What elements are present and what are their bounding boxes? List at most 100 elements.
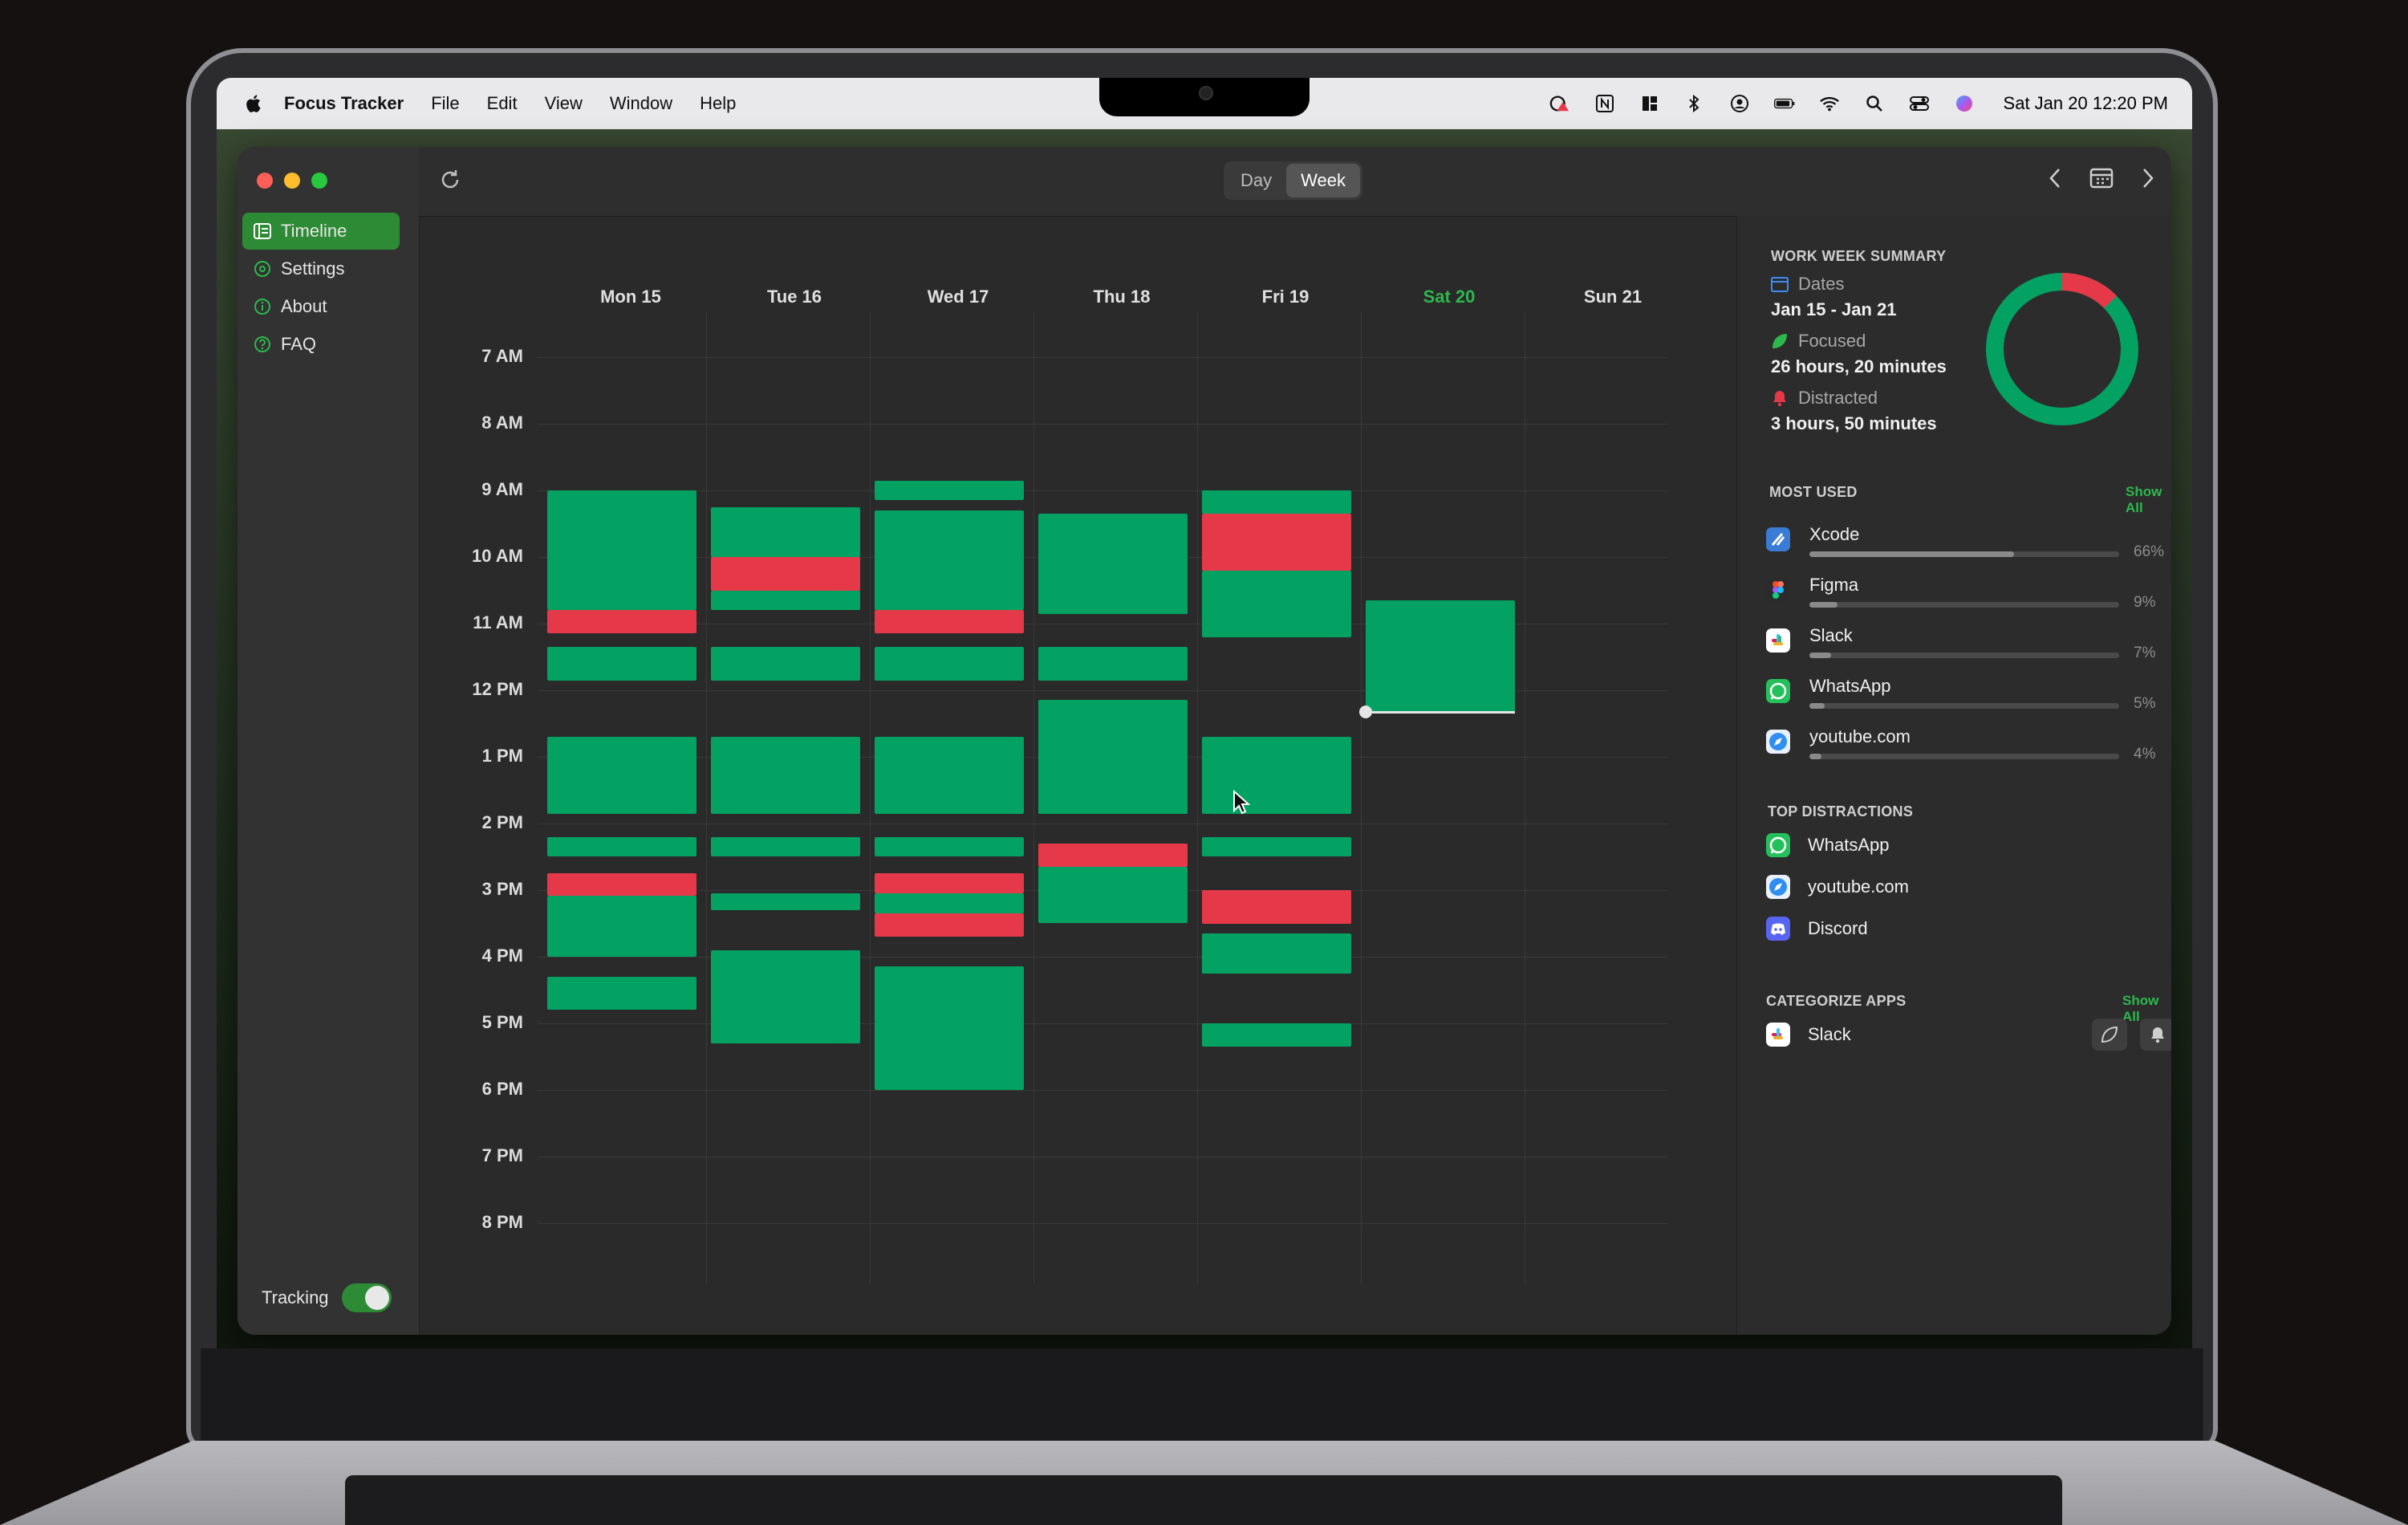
day-header-tue: Tue 16 — [766, 287, 822, 307]
safari-icon — [1766, 730, 1790, 754]
focused-session-block[interactable] — [1202, 490, 1351, 514]
focused-session-block[interactable] — [1038, 700, 1188, 814]
most-used-item-figma[interactable]: Figma 9% — [1766, 575, 2167, 620]
user-icon[interactable] — [1729, 93, 1750, 114]
focused-session-block[interactable] — [875, 480, 1024, 501]
hour-label: 6 PM — [481, 1079, 523, 1099]
layout-icon[interactable] — [1639, 93, 1660, 114]
distracted-session-block[interactable] — [1202, 890, 1351, 924]
focused-session-block[interactable] — [711, 506, 860, 557]
help-menu[interactable]: Help — [700, 93, 736, 114]
battery-icon[interactable] — [1773, 93, 1795, 114]
date-navigation — [2046, 166, 2157, 190]
view-menu[interactable]: View — [545, 93, 583, 114]
most-used-item-youtube[interactable]: youtube.com 4% — [1766, 726, 2167, 771]
distracted-session-block[interactable] — [875, 873, 1024, 894]
distracted-session-block[interactable] — [875, 610, 1024, 634]
day-view-button[interactable]: Day — [1226, 164, 1286, 197]
control-center-icon[interactable] — [1909, 93, 1930, 114]
focused-session-block[interactable] — [875, 647, 1024, 681]
distracted-session-block[interactable] — [547, 610, 696, 634]
focused-session-block[interactable] — [1202, 570, 1351, 637]
focused-session-block[interactable] — [711, 893, 860, 910]
apple-menu-icon[interactable] — [244, 93, 265, 114]
week-view-button[interactable]: Week — [1286, 164, 1360, 197]
app-name: Slack — [1809, 625, 1853, 645]
focused-session-block[interactable] — [711, 590, 860, 611]
focused-session-block[interactable] — [875, 510, 1024, 611]
focused-session-block[interactable] — [1038, 647, 1188, 681]
minimize-window-button[interactable] — [284, 173, 300, 189]
most-used-item-whatsapp[interactable]: WhatsApp 5% — [1766, 676, 2167, 721]
close-window-button[interactable] — [257, 173, 273, 189]
siri-icon[interactable] — [1954, 93, 1975, 114]
distracted-session-block[interactable] — [875, 913, 1024, 937]
focused-session-block[interactable] — [547, 737, 696, 814]
chevron-right-icon[interactable] — [2139, 166, 2157, 190]
sidebar-item-timeline[interactable]: Timeline — [242, 213, 400, 250]
most-used-item-xcode[interactable]: Xcode 66% — [1766, 524, 2167, 569]
focused-session-block[interactable] — [547, 895, 696, 957]
sidebar-item-settings[interactable]: Settings — [242, 250, 400, 287]
most-used-item-slack[interactable]: Slack 7% — [1766, 625, 2167, 670]
focused-session-block[interactable] — [547, 647, 696, 681]
day-header-thu: Thu 18 — [1093, 287, 1151, 307]
whatsapp-icon — [1766, 679, 1790, 703]
distraction-item-youtube[interactable]: youtube.com — [1766, 871, 1909, 903]
bell-icon — [2151, 1027, 2164, 1043]
app-menu[interactable]: Focus Tracker — [284, 93, 404, 114]
tracking-toggle[interactable] — [341, 1283, 392, 1312]
bluetooth-icon[interactable] — [1684, 93, 1705, 114]
focused-session-block[interactable] — [1038, 866, 1188, 924]
distraction-item-discord[interactable]: Discord — [1766, 913, 1868, 945]
menu-clock[interactable]: Sat Jan 20 12:20 PM — [2004, 93, 2168, 114]
focus-tracker-status-icon[interactable] — [1549, 93, 1570, 114]
refresh-icon[interactable] — [438, 168, 462, 192]
focused-session-block[interactable] — [875, 737, 1024, 814]
focused-session-block[interactable] — [1202, 836, 1351, 857]
focused-session-block[interactable] — [1202, 1023, 1351, 1047]
sidebar-item-label: FAQ — [281, 334, 317, 354]
distracted-session-block[interactable] — [1038, 843, 1188, 867]
focused-session-block[interactable] — [547, 976, 696, 1011]
wifi-icon[interactable] — [1819, 93, 1840, 114]
usage-percent: 5% — [2134, 695, 2156, 712]
hour-label: 2 PM — [481, 812, 523, 832]
distracted-session-block[interactable] — [547, 873, 696, 896]
focused-session-block[interactable] — [711, 836, 860, 857]
focused-session-block[interactable] — [1038, 514, 1188, 614]
file-menu[interactable]: File — [431, 93, 459, 114]
sidebar-item-about[interactable]: About — [242, 288, 400, 325]
distracted-session-block[interactable] — [711, 557, 860, 591]
focused-session-block[interactable] — [1366, 600, 1515, 714]
focused-session-block[interactable] — [875, 893, 1024, 914]
focused-session-block[interactable] — [1202, 737, 1351, 814]
notion-icon[interactable] — [1594, 93, 1615, 114]
hour-gridline — [538, 490, 1667, 491]
calendar-icon[interactable] — [2089, 166, 2114, 190]
focused-session-block[interactable] — [711, 647, 860, 681]
zoom-window-button[interactable] — [311, 173, 327, 189]
categorize-item-slack: Slack — [1766, 1019, 1851, 1051]
focused-session-block[interactable] — [711, 737, 860, 814]
most-used-show-all-link[interactable]: Show All — [2126, 484, 2171, 516]
focus-tracker-window: Timeline Settings About FAQ Tracking Day… — [238, 147, 2171, 1335]
slack-icon — [1766, 1023, 1790, 1047]
focused-session-block[interactable] — [1202, 933, 1351, 974]
window-menu[interactable]: Window — [610, 93, 672, 114]
focused-session-block[interactable] — [875, 836, 1024, 857]
mark-focused-button[interactable] — [2092, 1019, 2127, 1051]
chevron-left-icon[interactable] — [2046, 166, 2064, 190]
keyboard — [345, 1475, 2062, 1525]
focused-session-block[interactable] — [547, 836, 696, 857]
focused-session-block[interactable] — [711, 950, 860, 1043]
focused-session-block[interactable] — [875, 966, 1024, 1090]
distracted-session-block[interactable] — [1202, 514, 1351, 571]
focused-session-block[interactable] — [547, 490, 696, 611]
distraction-item-whatsapp[interactable]: WhatsApp — [1766, 829, 1890, 861]
app-name: youtube.com — [1809, 726, 1911, 746]
spotlight-search-icon[interactable] — [1864, 93, 1885, 114]
sidebar-item-faq[interactable]: FAQ — [242, 326, 400, 363]
mark-distracting-button[interactable] — [2140, 1019, 2171, 1051]
edit-menu[interactable]: Edit — [487, 93, 518, 114]
